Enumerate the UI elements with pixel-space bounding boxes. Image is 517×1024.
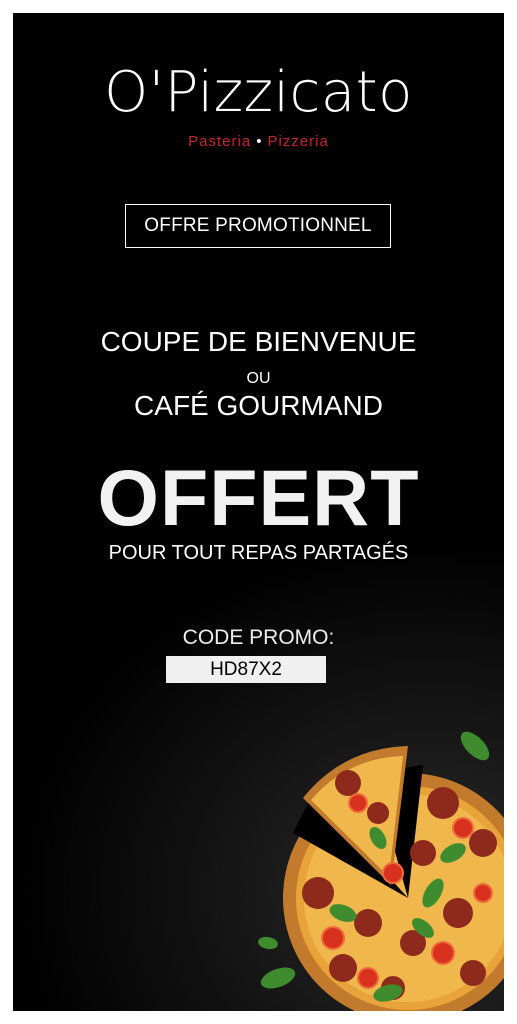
promo-poster: O'Pizzicato Pasteria • Pizzeria OFFRE PROM… [13,13,504,1011]
tagline-separator: • [256,133,263,150]
tagline-pasteria: Pasteria [188,133,252,150]
offer-headline: OFFERT [97,453,420,542]
offer-line-3: CAFÉ GOURMAND [134,390,383,421]
promo-badge: OFFRE PROMOTIONNEL [125,204,391,248]
canvas: O'Pizzicato Pasteria • Pizzeria OFFRE PROM… [0,0,517,1024]
tagline-pizzeria: Pizzeria [267,133,329,150]
promo-code-value: HD87X2 [166,656,326,683]
offer-line-1: COUPE DE BIENVENUE [100,326,417,357]
offer-line-2: OU [246,370,271,387]
brand-logo: O'Pizzicato [104,60,413,125]
brand-tagline: Pasteria • Pizzeria [13,133,504,151]
offer-condition: POUR TOUT REPAS PARTAGÉS [108,542,409,564]
promo-code-label: CODE PROMO: [182,626,335,649]
